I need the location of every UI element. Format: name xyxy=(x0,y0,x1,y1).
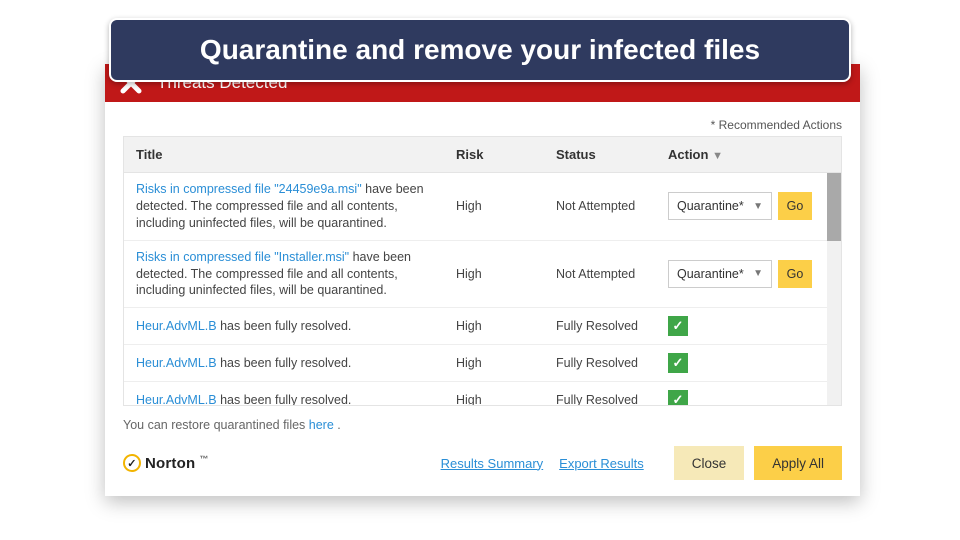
export-results-link[interactable]: Export Results xyxy=(559,456,644,471)
restore-here-link[interactable]: here xyxy=(309,418,334,432)
threat-title-cell: Risks in compressed file "Installer.msi"… xyxy=(136,249,456,300)
col-header-risk[interactable]: Risk xyxy=(456,147,556,162)
table-row: Risks in compressed file "Installer.msi"… xyxy=(124,241,841,309)
risk-cell: High xyxy=(456,319,556,333)
action-cell: Quarantine*▼Go xyxy=(668,192,829,220)
instruction-text: Quarantine and remove your infected file… xyxy=(200,34,760,65)
threat-description: has been fully resolved. xyxy=(217,356,352,370)
threat-link[interactable]: Heur.AdvML.B xyxy=(136,393,217,405)
brand-name: Norton xyxy=(145,455,195,472)
action-select[interactable]: Quarantine*▼ xyxy=(668,192,772,220)
results-summary-link[interactable]: Results Summary xyxy=(441,456,544,471)
action-cell: ✓ xyxy=(668,353,829,373)
recommended-note: * Recommended Actions xyxy=(123,118,842,132)
chevron-down-icon: ▼ xyxy=(753,201,763,212)
resolved-check-icon: ✓ xyxy=(668,316,688,336)
risk-cell: High xyxy=(456,393,556,405)
threat-link[interactable]: Heur.AdvML.B xyxy=(136,356,217,370)
threat-title-cell: Risks in compressed file "24459e9a.msi" … xyxy=(136,181,456,232)
threat-link[interactable]: Risks in compressed file "24459e9a.msi" xyxy=(136,182,362,196)
table-row: Heur.AdvML.B has been fully resolved.Hig… xyxy=(124,382,841,405)
close-button[interactable]: Close xyxy=(674,446,745,480)
chevron-down-icon[interactable]: ▼ xyxy=(712,150,723,162)
col-header-status[interactable]: Status xyxy=(556,147,668,162)
status-cell: Not Attempted xyxy=(556,199,668,213)
footer-links: Results Summary Export Results xyxy=(441,456,644,471)
threat-title-cell: Heur.AdvML.B has been fully resolved. xyxy=(136,392,456,405)
risk-cell: High xyxy=(456,267,556,281)
apply-all-button[interactable]: Apply All xyxy=(754,446,842,480)
status-cell: Fully Resolved xyxy=(556,393,668,405)
threat-title-cell: Heur.AdvML.B has been fully resolved. xyxy=(136,355,456,372)
trademark-icon: ™ xyxy=(199,454,208,464)
table-row: Risks in compressed file "24459e9a.msi" … xyxy=(124,173,841,241)
action-cell: ✓ xyxy=(668,316,829,336)
risk-cell: High xyxy=(456,199,556,213)
col-header-action[interactable]: Action ▼ xyxy=(668,147,829,162)
go-button[interactable]: Go xyxy=(778,192,812,220)
action-cell: ✓ xyxy=(668,390,829,405)
table-body: Risks in compressed file "24459e9a.msi" … xyxy=(124,173,841,405)
dialog-body: * Recommended Actions Title Risk Status … xyxy=(105,102,860,496)
status-cell: Not Attempted xyxy=(556,267,668,281)
table-row: Heur.AdvML.B has been fully resolved.Hig… xyxy=(124,345,841,382)
scrollbar-thumb[interactable] xyxy=(827,173,841,241)
threat-description: has been fully resolved. xyxy=(217,319,352,333)
table-row: Heur.AdvML.B has been fully resolved.Hig… xyxy=(124,308,841,345)
threat-description: has been fully resolved. xyxy=(217,393,352,405)
threat-link[interactable]: Risks in compressed file "Installer.msi" xyxy=(136,250,349,264)
action-cell: Quarantine*▼Go xyxy=(668,260,829,288)
threat-title-cell: Heur.AdvML.B has been fully resolved. xyxy=(136,318,456,335)
norton-logo: ✓ Norton ™ xyxy=(123,454,209,472)
instruction-banner: Quarantine and remove your infected file… xyxy=(109,18,851,82)
resolved-check-icon: ✓ xyxy=(668,353,688,373)
col-header-title[interactable]: Title xyxy=(136,147,456,162)
threats-dialog: Threats Detected * Recommended Actions T… xyxy=(105,64,860,496)
action-select[interactable]: Quarantine*▼ xyxy=(668,260,772,288)
norton-check-icon: ✓ xyxy=(123,454,141,472)
dialog-footer: ✓ Norton ™ Results Summary Export Result… xyxy=(123,442,842,480)
status-cell: Fully Resolved xyxy=(556,356,668,370)
restore-hint: You can restore quarantined files here . xyxy=(123,418,842,432)
chevron-down-icon: ▼ xyxy=(753,268,763,279)
table-header: Title Risk Status Action ▼ xyxy=(124,137,841,173)
status-cell: Fully Resolved xyxy=(556,319,668,333)
risk-cell: High xyxy=(456,356,556,370)
threat-link[interactable]: Heur.AdvML.B xyxy=(136,319,217,333)
threats-table: Title Risk Status Action ▼ Risks in comp… xyxy=(123,136,842,406)
go-button[interactable]: Go xyxy=(778,260,812,288)
resolved-check-icon: ✓ xyxy=(668,390,688,405)
